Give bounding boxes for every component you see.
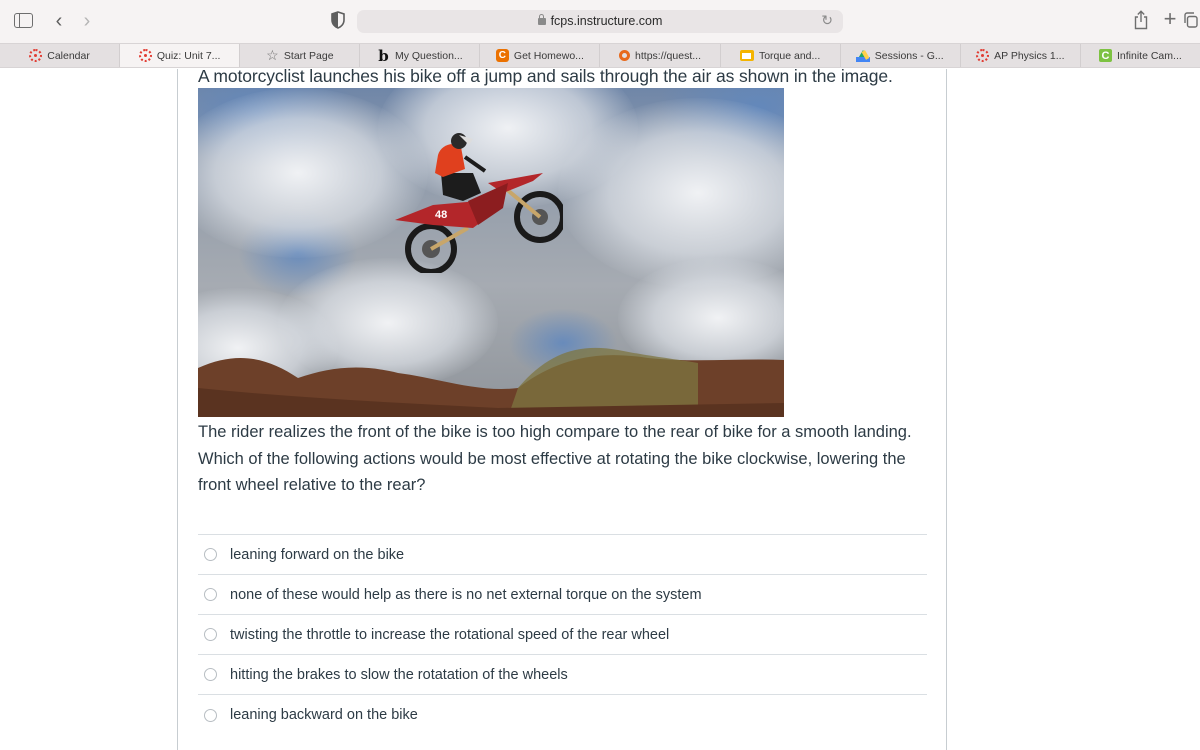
url-text[interactable]: fcps.instructure.com [357,10,843,33]
tab-torque[interactable]: Torque and... [721,44,841,67]
answer-label: twisting the throttle to increase the ro… [230,626,670,643]
canvas-icon [976,49,990,62]
tabs-overview-icon[interactable] [1184,12,1198,28]
answer-option[interactable]: none of these would help as there is no … [198,575,927,615]
answer-option[interactable]: leaning forward on the bike [198,535,927,575]
chevron-right-icon[interactable]: › [80,10,94,32]
content-border-right [946,69,947,750]
radio-button[interactable] [204,588,217,601]
lock-icon [537,14,546,25]
tab-quiz-unit-7[interactable]: Quiz: Unit 7... [120,44,241,67]
infinite-campus-icon: C [1099,49,1112,62]
answer-option[interactable]: leaning backward on the bike [198,695,927,735]
tab-sessions[interactable]: Sessions - G... [841,44,961,67]
plus-icon[interactable]: + [1161,6,1179,31]
slides-icon [739,50,754,61]
reload-icon[interactable]: ↻ [821,12,833,29]
tab-my-question[interactable]: b My Question... [360,44,481,67]
motorcycle-rider: 48 [395,133,563,273]
address-bar[interactable]: fcps.instructure.com ↻ [357,10,843,33]
motorcycle-jump-image: 48 [198,88,784,417]
tab-start-page[interactable]: ☆ Start Page [240,44,361,67]
tab-quizlet[interactable]: https://quest... [600,44,721,67]
sidebar-icon[interactable] [14,13,33,28]
quizlet-icon [619,50,631,61]
tab-calendar[interactable]: Calendar [0,44,121,67]
canvas-icon [138,49,152,62]
google-drive-icon [856,49,871,62]
answer-option[interactable]: twisting the throttle to increase the ro… [198,615,927,655]
radio-button[interactable] [204,668,217,681]
answer-label: leaning forward on the bike [230,546,405,563]
question-body: The rider realizes the front of the bike… [198,423,912,494]
star-icon: ☆ [266,47,279,63]
canvas-icon [29,49,43,62]
tab-infinite-campus[interactable]: C Infinite Cam... [1081,44,1200,67]
answer-label: hitting the brakes to slow the rotatatio… [230,666,568,683]
answer-label: none of these would help as there is no … [230,586,702,603]
radio-button[interactable] [204,628,217,641]
radio-button[interactable] [204,708,217,722]
answer-list: leaning forward on the bike none of thes… [198,534,927,735]
bartleby-icon: b [378,46,389,65]
share-icon[interactable] [1134,10,1148,30]
radio-button[interactable] [204,548,217,561]
tab-get-homework[interactable]: C Get Homewo... [480,44,601,67]
shield-icon[interactable] [331,11,345,29]
answer-option[interactable]: hitting the brakes to slow the rotatatio… [198,655,927,695]
content-border-left [177,69,178,750]
tab-ap-physics[interactable]: AP Physics 1... [961,44,1081,67]
tab-bar: Calendar Quiz: Unit 7... ☆ Start Page b My… [0,43,1200,68]
bike-number: 48 [435,209,447,221]
chevron-left-icon[interactable]: ‹ [52,10,66,32]
browser-toolbar: ‹ › fcps.instructure.com ↻ + [0,0,1200,43]
question-intro: A motorcyclist launches his bike off a j… [198,66,893,86]
quiz-page: A motorcyclist launches his bike off a j… [0,66,1200,750]
chegg-icon: C [495,49,509,62]
answer-label: leaning backward on the bike [230,707,418,723]
